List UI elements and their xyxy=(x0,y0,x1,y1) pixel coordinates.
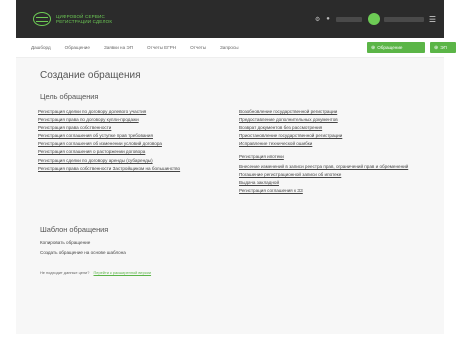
purpose-link[interactable]: Регистрация сделки по договору аренды (с… xyxy=(38,157,228,165)
new-request-button[interactable]: ⊕ Обращение xyxy=(367,42,425,53)
new-request-label: Обращение xyxy=(377,45,403,50)
purpose-link[interactable]: Регистрация соглашения к ЗЗ xyxy=(239,187,439,195)
logo-line-2: регистрации сделок xyxy=(56,19,113,24)
purpose-link[interactable]: Регистрация права по договору купли-прод… xyxy=(38,116,228,124)
nav-item-reports[interactable]: Отчеты xyxy=(190,45,206,50)
main-content: Создание обращения Цель обращения Регист… xyxy=(16,58,444,334)
ep-label: ЭП xyxy=(440,45,447,50)
masked-text-2 xyxy=(383,16,424,22)
note-text: Не подходит данные цели? xyxy=(40,270,90,275)
purpose-link[interactable]: Регистрация соглашения об уступке прав т… xyxy=(38,132,228,140)
purpose-link[interactable]: Регистрация ипотеки xyxy=(239,153,439,161)
nav-item-egrn-reports[interactable]: Отчеты ЕГРН xyxy=(147,45,176,50)
purpose-heading: Цель обращения xyxy=(40,92,99,101)
purpose-link[interactable]: Предоставление дополнительных документов xyxy=(239,116,439,124)
top-bar: Цифровой сервис регистрации сделок ⚙ ● ☰ xyxy=(16,0,444,38)
purpose-links-right: Возобновление государственной регистраци… xyxy=(239,108,439,195)
masked-text-1 xyxy=(335,16,362,22)
purpose-link[interactable]: Регистрация соглашения об изменении усло… xyxy=(38,140,228,148)
ep-button[interactable]: ⊕ ЭП xyxy=(430,42,456,53)
purpose-link[interactable]: Приостановление государственной регистра… xyxy=(239,132,439,140)
nav-bar: Дашборд Обращение Заявки на ЭП Отчеты ЕГ… xyxy=(16,38,456,58)
purpose-link[interactable]: Регистрация права собственности xyxy=(38,124,228,132)
nav-item-request[interactable]: Обращение xyxy=(65,45,90,50)
avatar[interactable] xyxy=(367,13,380,25)
plus-icon: ⊕ xyxy=(371,44,376,51)
purpose-link[interactable]: Возврат документов без рассмотрения xyxy=(239,124,439,132)
logo-icon xyxy=(33,12,51,26)
purpose-link[interactable]: Внесение изменений в записи реестра прав… xyxy=(239,164,439,170)
purpose-link[interactable]: Регистрация соглашения о расторжении дог… xyxy=(38,148,228,156)
purpose-link[interactable]: Регистрация сделки по договору долевого … xyxy=(38,108,228,116)
plus-icon: ⊕ xyxy=(434,44,439,51)
extended-version-link[interactable]: Перейти к расширенной версии xyxy=(94,270,152,275)
copy-request-link[interactable]: Копировать обращение xyxy=(40,240,90,245)
menu-icon[interactable]: ☰ xyxy=(429,15,436,24)
nav-item-queries[interactable]: Запросы xyxy=(220,45,239,50)
extended-version-note: Не подходит данные цели? Перейти к расши… xyxy=(40,270,151,275)
nav-item-dashboard[interactable]: Дашборд xyxy=(31,45,51,50)
purpose-link[interactable]: Погашение регистрационной записи об ипот… xyxy=(239,171,439,179)
page-title: Создание обращения xyxy=(40,70,141,81)
logo[interactable]: Цифровой сервис регистрации сделок xyxy=(33,12,112,26)
purpose-link[interactable]: Регистрация права собственности Застройщ… xyxy=(38,165,228,173)
user-area: ⚙ ● ☰ xyxy=(315,0,436,38)
purpose-link[interactable]: Выдача закладной xyxy=(239,179,439,187)
logo-text: Цифровой сервис регистрации сделок xyxy=(56,14,112,24)
create-from-template-link[interactable]: Создать обращение на основе шаблона xyxy=(40,250,126,255)
notification-icon[interactable]: ● xyxy=(326,16,330,22)
settings-icon[interactable]: ⚙ xyxy=(315,16,320,23)
purpose-link[interactable]: Возобновление государственной регистраци… xyxy=(239,108,439,116)
nav-item-ep-requests[interactable]: Заявки на ЭП xyxy=(104,45,133,50)
template-heading: Шаблон обращения xyxy=(40,225,109,234)
purpose-links-left: Регистрация сделки по договору долевого … xyxy=(38,108,228,173)
purpose-link[interactable]: Исправление технической ошибки xyxy=(239,140,439,148)
